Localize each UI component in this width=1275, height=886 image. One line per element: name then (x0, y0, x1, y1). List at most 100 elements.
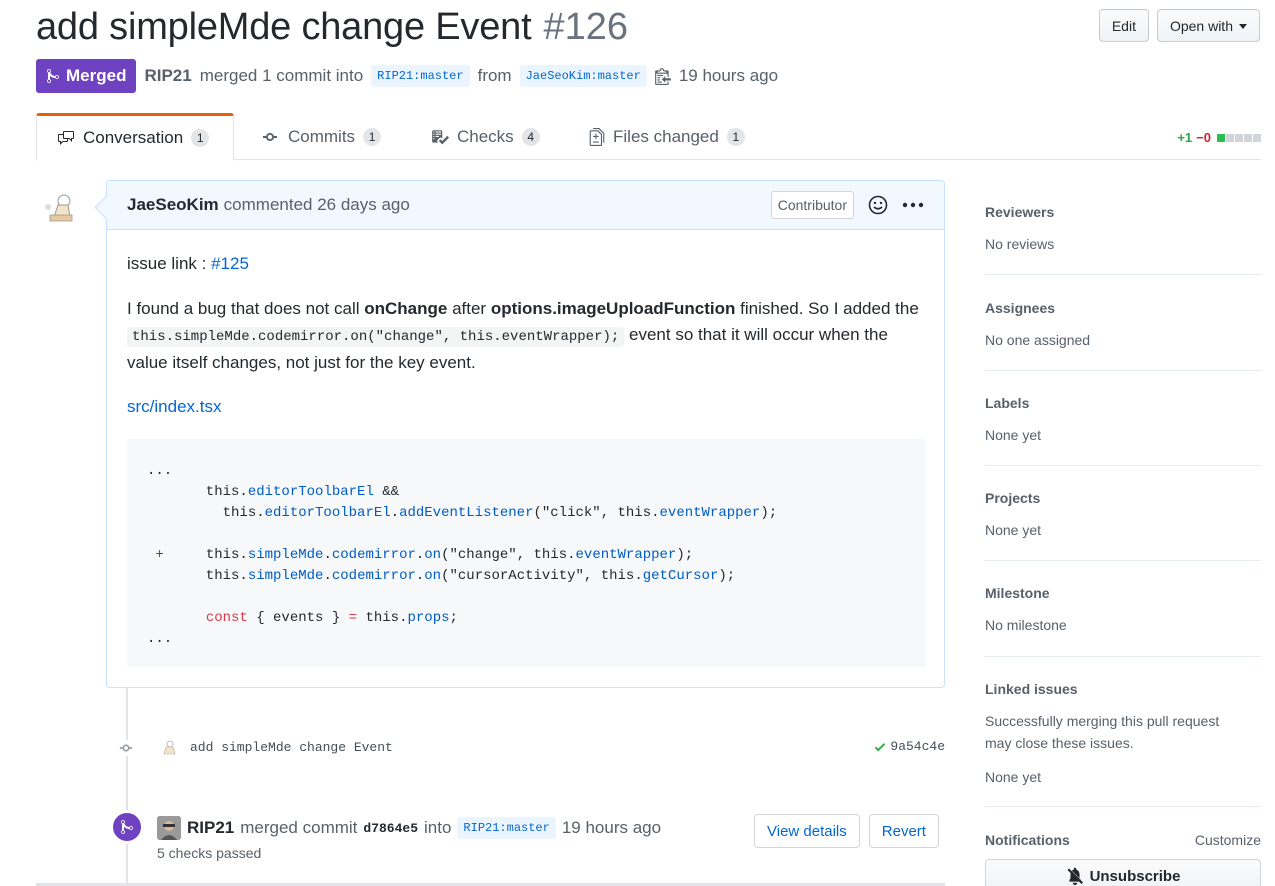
from-text: from (477, 66, 512, 85)
unsubscribe-label: Unsubscribe (1089, 867, 1181, 885)
tab-counter: 4 (521, 127, 540, 146)
comment-author-link[interactable]: JaeSeoKim (127, 195, 219, 215)
sidebar-reviewers: Reviewers No reviews (985, 180, 1261, 275)
pr-tabs: Conversation 1 Commits 1 Checks 4 Files … (36, 113, 1261, 161)
tab-counter: 1 (191, 129, 210, 147)
edit-button[interactable]: Edit (1098, 9, 1149, 42)
check-icon[interactable] (873, 740, 887, 754)
state-badge: Merged (36, 59, 137, 93)
diffstat-block-neutral (1253, 133, 1261, 142)
description-text: finished. So I added the (735, 299, 919, 318)
git-merge-icon (121, 819, 133, 834)
sidebar-milestone: Milestone No milestone (985, 561, 1261, 657)
description-paragraph: I found a bug that does not call onChang… (127, 296, 927, 376)
merger-link[interactable]: RIP21 (144, 66, 191, 86)
merged-commit-sha[interactable]: d7864e5 (363, 821, 418, 836)
merged-event-text: RIP21 merged commit d7864e5 into RIP21:m… (187, 817, 661, 839)
code-line-added: + this.simpleMde.codemirror.on("change",… (155, 547, 694, 563)
sidebar-labels: Labels None yet (985, 371, 1261, 466)
tab-label: Files changed (613, 126, 719, 146)
bell-slash-icon (1067, 867, 1083, 885)
sidebar-heading[interactable]: Reviewers (985, 204, 1054, 220)
smiley-icon[interactable] (868, 195, 888, 215)
file-diff-icon (589, 127, 605, 146)
head-branch[interactable]: JaeSeoKim:master (519, 65, 647, 87)
caret-down-icon (1239, 24, 1247, 29)
commit-author-avatar[interactable] (159, 738, 179, 758)
state-label: Merged (66, 66, 127, 85)
tab-checks[interactable]: Checks 4 (411, 113, 560, 160)
commit-message-link[interactable]: add simpleMde change Event (190, 740, 393, 755)
code-line: this.editorToolbarEl && (147, 484, 400, 500)
merged-event-time[interactable]: 19 hours ago (562, 818, 661, 838)
kebab-horizontal-icon[interactable] (902, 202, 924, 208)
file-link[interactable]: src/index.tsx (127, 397, 221, 416)
tab-commits[interactable]: Commits 1 (240, 113, 401, 160)
checklist-icon (432, 129, 449, 144)
diffstat-added: +1 (1177, 130, 1193, 145)
description-text: after (447, 299, 491, 318)
merger-avatar[interactable] (157, 816, 181, 840)
description-bold: onChange (364, 299, 448, 318)
tab-label: Commits (288, 126, 356, 146)
merge-time: 19 hours ago (678, 66, 779, 85)
merged-into-text: into (424, 818, 452, 837)
commit-sha-link[interactable]: 9a54c4e (890, 739, 945, 754)
code-line: const { events } = this.props; (205, 610, 458, 626)
sidebar-projects: Projects None yet (985, 466, 1261, 561)
comment-header: JaeSeoKim commented 26 days ago Contribu… (107, 181, 944, 230)
sidebar-assignees: Assignees No one assigned (985, 275, 1261, 371)
clipboard-icon[interactable] (654, 67, 671, 85)
diffstat-removed: −0 (1196, 130, 1211, 145)
merged-event-author[interactable]: RIP21 (187, 818, 234, 838)
description-bold: options.imageUploadFunction (490, 299, 736, 318)
diffstat: +1 −0 (1177, 130, 1261, 145)
open-with-label: Open with (1169, 17, 1233, 34)
code-line: this.editorToolbarEl.addEventListener("c… (147, 505, 778, 521)
comment-timestamp[interactable]: commented 26 days ago (224, 195, 410, 215)
sidebar-value: No reviews (985, 236, 1055, 252)
sidebar-value: None yet (985, 769, 1042, 785)
unsubscribe-button[interactable]: Unsubscribe (985, 859, 1261, 886)
sidebar-heading[interactable]: Milestone (985, 585, 1050, 601)
diffstat-blocks (1217, 133, 1261, 142)
sidebar-heading[interactable]: Assignees (985, 300, 1055, 316)
sidebar-value: None yet (985, 427, 1042, 443)
sidebar-value: No one assigned (985, 332, 1091, 348)
diffstat-block-added (1217, 133, 1225, 142)
sidebar-heading[interactable]: Projects (985, 490, 1040, 506)
git-commit-icon (263, 132, 277, 141)
merged-event-action: merged commit (240, 818, 358, 837)
view-details-button[interactable]: View details (754, 814, 860, 848)
sidebar-value: None yet (985, 522, 1042, 538)
sidebar-notifications: Notifications Customize (985, 807, 1261, 848)
issue-link-prefix: issue link : (127, 254, 212, 273)
merged-event-badge (110, 810, 144, 844)
linked-issues-description: Successfully merging this pull request m… (985, 713, 1220, 751)
git-commit-icon (118, 740, 134, 756)
open-with-button[interactable]: Open with (1156, 9, 1260, 42)
header-actions: Edit Open with (1098, 9, 1260, 42)
merged-branch[interactable]: RIP21:master (457, 817, 556, 839)
issue-link[interactable]: #125 (211, 254, 249, 273)
pr-number: #126 (543, 6, 628, 48)
sidebar-heading: Linked issues (985, 681, 1078, 697)
tab-conversation[interactable]: Conversation 1 (36, 113, 234, 161)
base-branch[interactable]: RIP21:master (371, 65, 470, 87)
code-block: ... this.editorToolbarEl && this.editorT… (127, 439, 926, 667)
sidebar-linked-issues: Linked issues Successfully merging this … (985, 657, 1261, 807)
pr-description-comment: JaeSeoKim commented 26 days ago Contribu… (106, 180, 945, 688)
notifications-customize-link[interactable]: Customize (1195, 832, 1261, 848)
merge-action-text: merged 1 commit into (199, 66, 364, 85)
code-line: ... (147, 631, 173, 647)
diffstat-block-neutral (1235, 133, 1243, 142)
commenter-avatar[interactable] (38, 186, 82, 230)
sidebar-heading: Notifications (985, 832, 1070, 848)
issue-link-paragraph: issue link : #125 (127, 251, 249, 277)
git-merge-icon (47, 68, 59, 84)
pr-meta: Merged RIP21 merged 1 commit into RIP21:… (36, 59, 778, 93)
tab-counter: 1 (363, 127, 382, 146)
tab-files-changed[interactable]: Files changed 1 (569, 113, 765, 160)
sidebar-heading[interactable]: Labels (985, 395, 1029, 411)
revert-button[interactable]: Revert (868, 814, 939, 848)
